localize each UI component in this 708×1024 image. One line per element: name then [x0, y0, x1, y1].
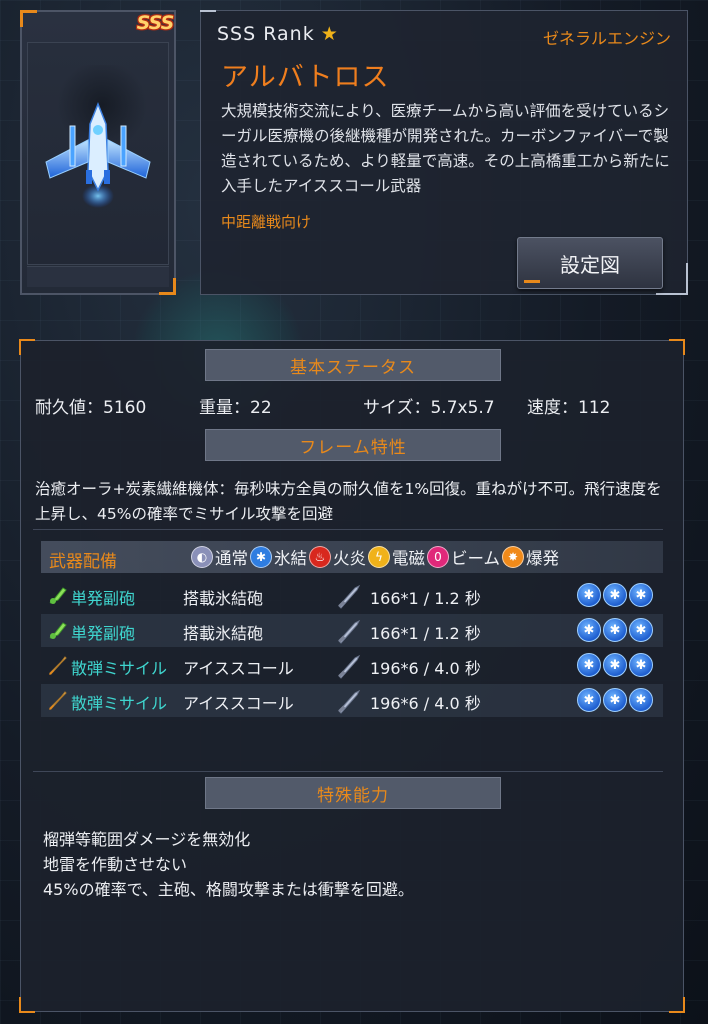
ship-icon [45, 101, 151, 208]
manufacturer-label: ゼネラルエンジン [542, 29, 671, 48]
durability-stat: 耐久値：5160 [35, 398, 147, 418]
weapon-damage: 196*6 / 4.0 秒 [370, 694, 481, 713]
legend-fire: ♨ 火炎 [309, 545, 366, 569]
legend-label: 火炎 [333, 549, 366, 568]
weapon-type: 単発副砲 [71, 624, 136, 643]
special-ability-item: 45%の確率で、主砲、格闘攻撃または衝撃を回避。 [43, 880, 414, 899]
design-button-label: 設定図 [560, 252, 620, 277]
design-blueprint-button[interactable]: 設定図 [517, 237, 663, 289]
ice-slot-icon[interactable]: ✱ [577, 688, 601, 712]
weapon-row[interactable]: 単発副砲 搭載氷結砲 166*1 / 1.2 秒 ✱ ✱ ✱ [41, 614, 663, 647]
beam-icon: 0 [427, 546, 449, 568]
frame-trait-header: フレーム特性 [205, 429, 501, 461]
rank-text: SSS Rank [217, 23, 315, 45]
panel-corner [669, 997, 685, 1013]
weapon-damage: 166*1 / 1.2 秒 [370, 589, 481, 608]
sword-icon [338, 619, 361, 644]
panel-corner [19, 997, 35, 1013]
legend-label: 電磁 [392, 549, 425, 568]
weapon-type: 散弾ミサイル [71, 694, 168, 713]
special-ability-list: 榴弾等範囲ダメージを無効化 地雷を作動させない 45%の確率で、主砲、格闘攻撃ま… [43, 827, 414, 902]
weapon-damage: 166*1 / 1.2 秒 [370, 624, 481, 643]
ice-slot-icon[interactable]: ✱ [577, 583, 601, 607]
ice-slot-icon[interactable]: ✱ [577, 618, 601, 642]
rank-badge-sss: SSS [136, 12, 175, 34]
damage-type-legend: ◐ 通常 ✱ 氷結 ♨ 火炎 ϟ 電磁 0 ビーム ✸ 爆発 [191, 545, 561, 569]
stats-panel: 基本ステータス 耐久値：5160 重量：22 サイズ：5.7x5.7 速度：11… [19, 339, 685, 1013]
ice-icon: ✱ [250, 546, 272, 568]
divider [33, 771, 663, 772]
ice-slot-icon[interactable]: ✱ [629, 653, 653, 677]
legend-ice: ✱ 氷結 [250, 545, 307, 569]
sword-icon [338, 584, 361, 609]
panel-corner [669, 339, 685, 355]
weapon-loadout-header: 武器配備 ◐ 通常 ✱ 氷結 ♨ 火炎 ϟ 電磁 0 ビーム ✸ 爆発 [41, 541, 663, 573]
legend-beam: 0 ビーム [427, 545, 500, 569]
special-ability-item: 地雷を作動させない [43, 855, 188, 874]
weapon-row[interactable]: 散弾ミサイル アイススコール 196*6 / 4.0 秒 ✱ ✱ ✱ [41, 649, 663, 682]
card-footer [27, 266, 169, 287]
module-slots: ✱ ✱ ✱ [577, 688, 655, 712]
rank-label: SSS Rank ★ [217, 23, 339, 45]
legend-label: 爆発 [526, 549, 560, 568]
module-slots: ✱ ✱ ✱ [577, 583, 655, 607]
card-corner-accent [20, 10, 37, 27]
legend-electric: ϟ 電磁 [368, 545, 425, 569]
explosion-icon: ✸ [502, 546, 525, 568]
star-icon: ★ [320, 23, 339, 45]
module-slots: ✱ ✱ ✱ [577, 618, 655, 642]
electric-icon: ϟ [368, 546, 390, 568]
sword-icon [338, 654, 361, 679]
weapon-name: 搭載氷結砲 [183, 589, 264, 608]
button-accent [524, 280, 540, 283]
weapon-type: 散弾ミサイル [71, 659, 168, 678]
weapon-row[interactable]: 散弾ミサイル アイススコール 196*6 / 4.0 秒 ✱ ✱ ✱ [41, 684, 663, 717]
special-ability-header: 特殊能力 [205, 777, 501, 809]
role-label: 中距離戦向け [221, 213, 312, 231]
weapon-row[interactable]: 単発副砲 搭載氷結砲 166*1 / 1.2 秒 ✱ ✱ ✱ [41, 579, 663, 612]
legend-label: ビーム [451, 549, 501, 568]
basic-status-header: 基本ステータス [205, 349, 501, 381]
fire-icon: ♨ [309, 546, 331, 568]
missile-icon [49, 691, 67, 710]
weapon-damage: 196*6 / 4.0 秒 [370, 659, 481, 678]
frame-trait-text: 治癒オーラ+炭素繊維機体：毎秒味方全員の耐久値を1%回復。重ねがけ不可。飛行速度… [35, 480, 662, 523]
cannon-icon [49, 587, 67, 604]
weapon-loadout-title: 武器配備 [49, 552, 117, 572]
speed-stat: 速度：112 [527, 398, 611, 418]
missile-icon [49, 656, 67, 675]
unit-info-panel: SSS Rank ★ ゼネラルエンジン アルバトロス 大規模技術交流により、医療チ… [200, 10, 688, 295]
module-slots: ✱ ✱ ✱ [577, 653, 655, 677]
ice-slot-icon[interactable]: ✱ [629, 618, 653, 642]
ice-slot-icon[interactable]: ✱ [603, 618, 627, 642]
normal-icon: ◐ [191, 546, 213, 568]
ice-slot-icon[interactable]: ✱ [603, 583, 627, 607]
ship-name: アルバトロス [221, 62, 390, 93]
panel-accent [200, 10, 216, 12]
divider [33, 529, 663, 530]
ship-description: 大規模技術交流により、医療チームから高い評価を受けているシーガル医療機の後継機種… [221, 102, 670, 195]
special-ability-item: 榴弾等範囲ダメージを無効化 [43, 830, 251, 849]
ice-slot-icon[interactable]: ✱ [603, 653, 627, 677]
cannon-icon [49, 622, 67, 639]
size-stat: サイズ：5.7x5.7 [363, 398, 495, 418]
ice-slot-icon[interactable]: ✱ [603, 688, 627, 712]
weapon-name: アイススコール [183, 694, 294, 713]
legend-label: 通常 [215, 549, 248, 568]
legend-explosion: ✸ 爆発 [502, 545, 559, 569]
weapon-name: アイススコール [183, 659, 294, 678]
sword-icon [338, 689, 361, 714]
weapon-type: 単発副砲 [71, 589, 136, 608]
panel-corner [19, 339, 35, 355]
weight-stat: 重量：22 [199, 398, 272, 418]
legend-normal: ◐ 通常 [191, 545, 248, 569]
legend-label: 氷結 [274, 549, 307, 568]
ice-slot-icon[interactable]: ✱ [577, 653, 601, 677]
ice-slot-icon[interactable]: ✱ [629, 688, 653, 712]
ice-slot-icon[interactable]: ✱ [629, 583, 653, 607]
weapon-name: 搭載氷結砲 [183, 624, 264, 643]
